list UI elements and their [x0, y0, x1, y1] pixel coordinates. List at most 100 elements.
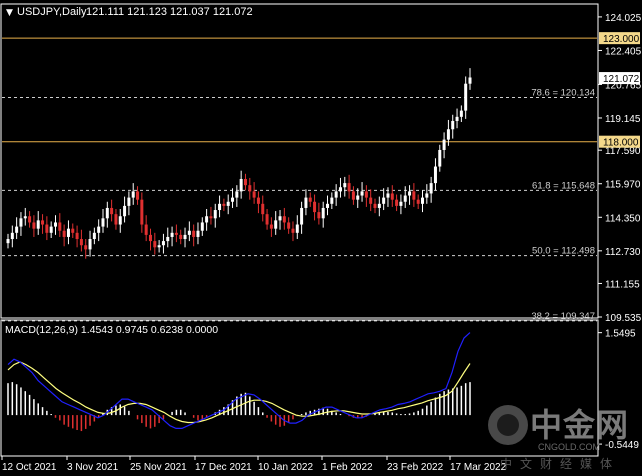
candle-body[interactable] — [153, 241, 157, 248]
symbol-dropdown-icon[interactable]: ▼ — [6, 8, 13, 18]
candle-body[interactable] — [446, 129, 450, 140]
candle-body[interactable] — [213, 210, 217, 219]
candle-body[interactable] — [256, 197, 260, 204]
candle-body[interactable] — [317, 212, 321, 219]
candle-body[interactable] — [351, 191, 355, 200]
candle-body[interactable] — [287, 222, 291, 229]
candle-body[interactable] — [386, 193, 390, 198]
candle-body[interactable] — [174, 232, 178, 235]
candle-body[interactable] — [196, 230, 200, 237]
candle-body[interactable] — [161, 241, 165, 246]
candle-body[interactable] — [32, 222, 36, 229]
candle-body[interactable] — [10, 232, 14, 240]
candle-body[interactable] — [123, 205, 127, 217]
candle-body[interactable] — [157, 245, 161, 248]
candle-body[interactable] — [261, 203, 265, 215]
candle-body[interactable] — [373, 203, 377, 208]
candle-body[interactable] — [23, 216, 27, 219]
candle-body[interactable] — [144, 224, 148, 235]
candle-body[interactable] — [416, 199, 420, 204]
candle-body[interactable] — [75, 232, 79, 240]
candle-body[interactable] — [356, 195, 360, 200]
candle-body[interactable] — [49, 226, 53, 233]
candle-body[interactable] — [438, 149, 442, 167]
candle-body[interactable] — [148, 234, 152, 242]
candle-body[interactable] — [97, 226, 101, 233]
candle-body[interactable] — [101, 218, 105, 227]
candle-body[interactable] — [105, 207, 109, 219]
candle-body[interactable] — [369, 197, 373, 204]
candle-body[interactable] — [58, 222, 62, 231]
candle-body[interactable] — [127, 197, 131, 206]
candle-body[interactable] — [84, 245, 88, 250]
candle-body[interactable] — [295, 224, 299, 233]
candle-body[interactable] — [334, 191, 338, 198]
candle-body[interactable] — [377, 203, 381, 208]
candle-body[interactable] — [192, 230, 196, 237]
candle-body[interactable] — [6, 239, 10, 244]
candle-body[interactable] — [140, 199, 144, 225]
candle-body[interactable] — [433, 166, 437, 184]
candle-body[interactable] — [395, 199, 399, 206]
candle-body[interactable] — [92, 232, 96, 240]
candle-body[interactable] — [364, 191, 368, 198]
candle-body[interactable] — [343, 183, 347, 188]
candle-body[interactable] — [45, 224, 49, 233]
candle-body[interactable] — [166, 236, 170, 242]
candle-body[interactable] — [464, 83, 468, 111]
candle-body[interactable] — [183, 234, 187, 240]
candle-body[interactable] — [282, 216, 286, 223]
candle-body[interactable] — [347, 183, 351, 192]
candle-body[interactable] — [62, 230, 66, 237]
candle-body[interactable] — [304, 197, 308, 208]
candle-body[interactable] — [269, 224, 273, 229]
candle-body[interactable] — [321, 207, 325, 219]
candle-body[interactable] — [118, 216, 122, 225]
candle-body[interactable] — [459, 110, 463, 117]
candle-body[interactable] — [390, 193, 394, 200]
candle-body[interactable] — [79, 239, 83, 246]
candle-body[interactable] — [291, 228, 295, 233]
candle-body[interactable] — [429, 183, 433, 194]
candle-body[interactable] — [218, 203, 222, 211]
candle-body[interactable] — [170, 232, 174, 237]
candle-body[interactable] — [399, 201, 403, 206]
candle-body[interactable] — [88, 239, 92, 250]
candle-body[interactable] — [408, 191, 412, 196]
candle-body[interactable] — [19, 218, 23, 227]
candle-body[interactable] — [313, 201, 317, 213]
candle-body[interactable] — [205, 216, 209, 223]
candle-body[interactable] — [382, 197, 386, 204]
candle-body[interactable] — [209, 216, 213, 219]
candle-body[interactable] — [28, 216, 32, 223]
candle-body[interactable] — [326, 203, 330, 208]
candle-body[interactable] — [41, 220, 45, 225]
candle-body[interactable] — [36, 220, 40, 229]
candle-body[interactable] — [300, 207, 304, 225]
candle-body[interactable] — [248, 185, 252, 192]
candle-body[interactable] — [239, 178, 243, 192]
candle-body[interactable] — [360, 191, 364, 196]
candle-body[interactable] — [222, 203, 226, 206]
candle-body[interactable] — [136, 191, 140, 200]
candle-body[interactable] — [15, 226, 19, 233]
candle-body[interactable] — [455, 116, 459, 121]
candle-body[interactable] — [243, 178, 247, 186]
candle-body[interactable] — [274, 220, 278, 229]
candle-body[interactable] — [278, 216, 282, 221]
candle-body[interactable] — [114, 214, 118, 225]
candle-body[interactable] — [71, 228, 75, 233]
candle-body[interactable] — [179, 234, 183, 240]
candle-body[interactable] — [403, 195, 407, 202]
candle-body[interactable] — [235, 191, 239, 198]
candle-body[interactable] — [425, 193, 429, 198]
candle-body[interactable] — [187, 230, 191, 235]
candle-body[interactable] — [226, 201, 230, 206]
candle-body[interactable] — [131, 191, 135, 198]
candle-body[interactable] — [421, 197, 425, 204]
candle-body[interactable] — [412, 191, 416, 200]
candle-body[interactable] — [330, 197, 334, 204]
candle-body[interactable] — [231, 197, 235, 202]
candle-body[interactable] — [468, 77, 472, 84]
candle-body[interactable] — [200, 222, 204, 231]
